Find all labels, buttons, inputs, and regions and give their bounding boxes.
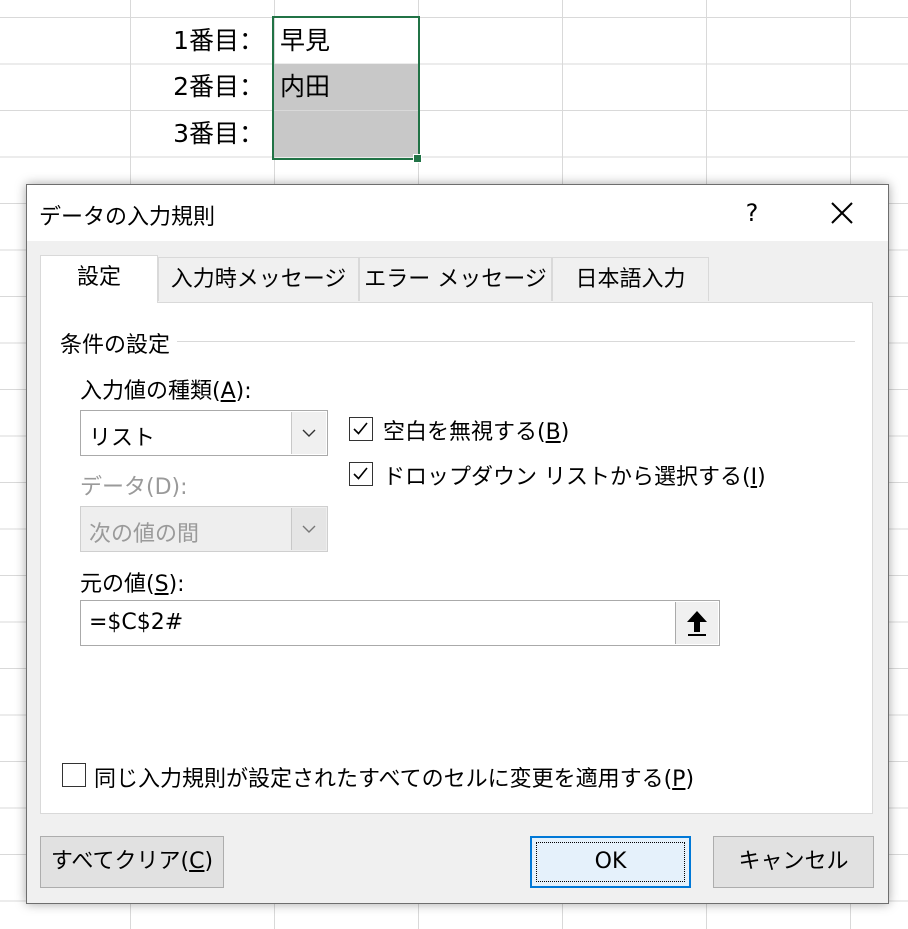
- allow-value: リスト: [89, 426, 156, 451]
- fill-handle[interactable]: [413, 154, 422, 163]
- selection-border: [272, 16, 420, 160]
- source-label: 元の値(S):: [80, 572, 185, 597]
- allow-select[interactable]: リスト: [80, 410, 328, 456]
- in-cell-dropdown-checkbox[interactable]: [349, 462, 373, 486]
- checkmark-icon: [353, 422, 368, 435]
- data-value: 次の値の間: [89, 522, 200, 547]
- data-label: データ(D):: [80, 475, 188, 500]
- source-value: =$C$2#: [89, 610, 184, 635]
- tab-input-message[interactable]: 入力時メッセージ: [158, 257, 359, 301]
- up-arrow-icon: [687, 611, 707, 636]
- allow-label: 入力値の種類(A):: [80, 379, 252, 404]
- close-button[interactable]: [817, 193, 867, 233]
- source-input[interactable]: =$C$2#: [80, 600, 720, 646]
- data-validation-dialog: データの入力規則 ? 設定 入力時メッセージ エラー メッセージ 日本語入力 条…: [26, 184, 889, 904]
- row-label-3: 3番目：: [173, 119, 264, 148]
- apply-all-checkbox[interactable]: [62, 763, 86, 787]
- tab-error-message[interactable]: エラー メッセージ: [359, 257, 552, 301]
- clear-all-button[interactable]: すべてクリア(C): [40, 836, 224, 888]
- row-label-1: 1番目：: [173, 26, 264, 55]
- apply-all-label[interactable]: 同じ入力規則が設定されたすべてのセルに変更を適用する(P): [94, 761, 694, 793]
- close-icon: [831, 202, 853, 224]
- checkmark-icon: [353, 467, 368, 480]
- data-select: 次の値の間: [80, 506, 328, 552]
- ok-button[interactable]: OK: [530, 836, 691, 888]
- chevron-down-icon: [291, 508, 326, 550]
- help-button[interactable]: ?: [732, 195, 772, 231]
- tab-settings[interactable]: 設定: [40, 255, 158, 303]
- tab-ime[interactable]: 日本語入力: [552, 257, 709, 301]
- ignore-blank-checkbox[interactable]: [349, 417, 373, 441]
- section-divider: [177, 341, 855, 342]
- row-label-2: 2番目：: [173, 72, 264, 101]
- cancel-button[interactable]: キャンセル: [713, 836, 874, 888]
- section-title: 条件の設定: [60, 333, 171, 358]
- chevron-down-icon[interactable]: [291, 412, 326, 454]
- in-cell-dropdown-label[interactable]: ドロップダウン リストから選択する(I): [383, 459, 766, 491]
- focus-rectangle: [536, 842, 685, 882]
- dialog-title: データの入力規則: [39, 205, 216, 230]
- ignore-blank-label[interactable]: 空白を無視する(B): [383, 414, 569, 446]
- dialog-titlebar: データの入力規則 ?: [27, 185, 888, 241]
- collapse-dialog-button[interactable]: [675, 602, 718, 644]
